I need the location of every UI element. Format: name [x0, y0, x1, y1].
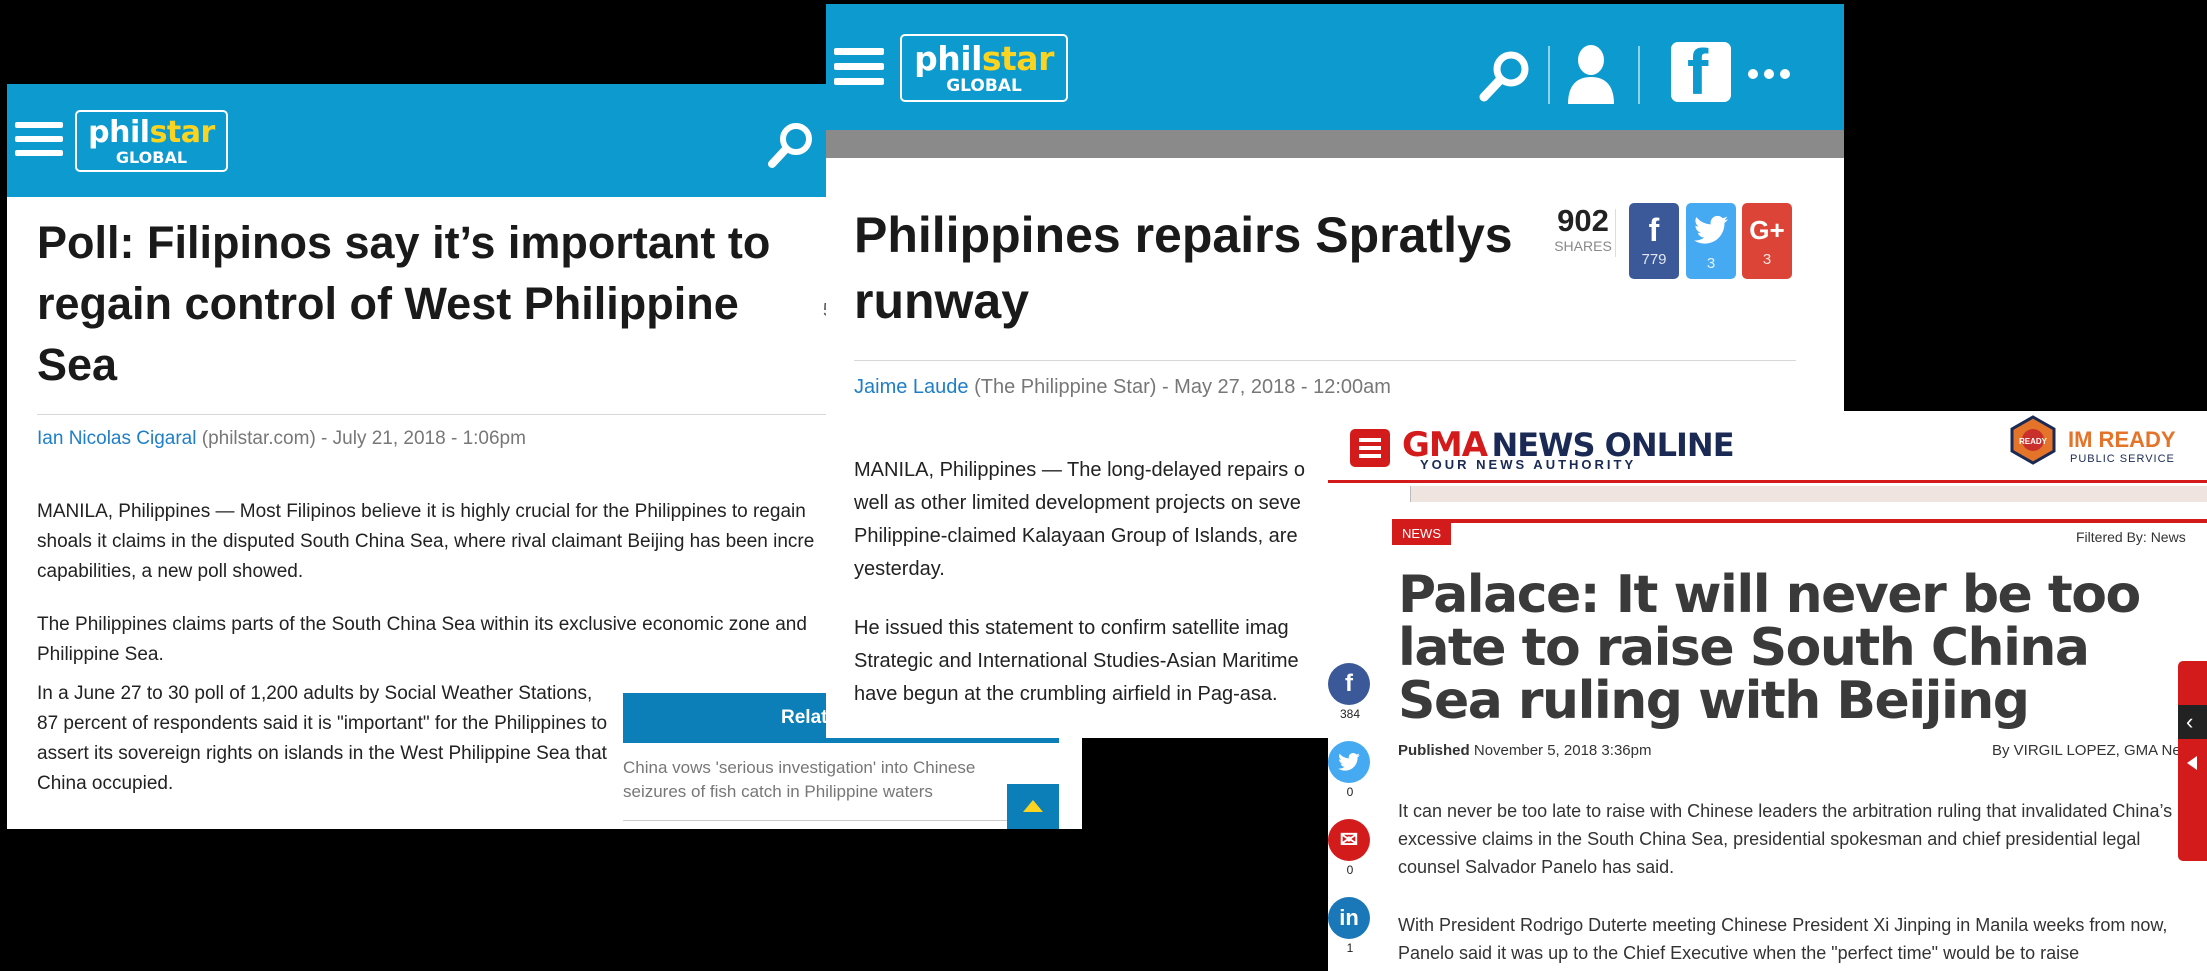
facebook-icon[interactable]: f	[1671, 36, 1731, 108]
share-count: 3	[1762, 251, 1772, 268]
divider	[623, 820, 1059, 821]
paragraph: MANILA, Philippines — Most Filipinos bel…	[37, 497, 814, 587]
divider	[37, 414, 837, 415]
ad-banner[interactable]	[1410, 486, 2207, 502]
twitter-icon	[1328, 741, 1370, 783]
share-count: 384	[1339, 707, 1361, 721]
twitter-share-button[interactable]: 3	[1686, 203, 1736, 279]
paragraph-line: MANILA, Philippines — Most Filipinos bel…	[37, 501, 806, 522]
byline-meta: (philstar.com) - July 21, 2018 - 1:06pm	[196, 428, 526, 449]
hamburger-icon[interactable]	[834, 48, 884, 93]
email-icon: ✉	[1328, 819, 1370, 861]
philstar-logo[interactable]: philstar GLOBAL	[75, 110, 228, 172]
email-share-button[interactable]: ✉ 0	[1328, 819, 1372, 879]
share-count: 0	[1346, 785, 1354, 799]
google-plus-icon: G+	[1749, 215, 1785, 245]
header-shadow-band	[826, 130, 1844, 158]
author-link[interactable]: Jaime Laude	[854, 376, 969, 398]
twitter-share-button[interactable]: 0	[1328, 741, 1372, 801]
published-label: Published	[1398, 742, 1470, 759]
search-icon[interactable]	[767, 120, 817, 175]
play-left-icon	[2187, 756, 2197, 770]
filtered-by-label: Filtered By: News	[2076, 529, 2186, 545]
menu-icon[interactable]	[1350, 429, 1390, 467]
paragraph: With President Rodrigo Duterte meeting C…	[1398, 915, 2168, 963]
divider	[1615, 209, 1616, 257]
facebook-glyph: f	[1687, 36, 1709, 108]
section-rule	[1392, 519, 2207, 523]
paragraph-line: capabilities, a new poll showed.	[37, 561, 304, 582]
related-story-link[interactable]: China vows 'serious investigation' into …	[623, 756, 1023, 804]
author-link[interactable]: Ian Nicolas Cigaral	[37, 428, 196, 449]
author: By VIRGIL LOPEZ, GMA News	[1992, 742, 2199, 759]
facebook-share-button[interactable]: f 384	[1328, 663, 1372, 723]
user-icon[interactable]	[1566, 44, 1616, 111]
chevron-left-icon: ‹	[2186, 709, 2194, 734]
published-date: Published November 5, 2018 3:36pm	[1398, 742, 1651, 759]
google-plus-share-button[interactable]: G+ 3	[1742, 203, 1792, 279]
logo-phil: phil	[914, 39, 982, 78]
share-count: 1	[1346, 941, 1354, 955]
byline: Jaime Laude (The Philippine Star) - May …	[854, 376, 1391, 399]
hamburger-icon[interactable]	[15, 122, 63, 164]
paragraph: The Philippines claims parts of the Sout…	[37, 610, 807, 670]
divider	[854, 360, 1796, 361]
facebook-icon: f	[1328, 663, 1370, 705]
article-title: Philippines repairs Spratlys runway	[854, 207, 1513, 329]
paragraph: In a June 27 to 30 poll of 1,200 adults …	[37, 683, 608, 794]
search-icon[interactable]	[1478, 48, 1534, 109]
imready-badge-icon[interactable]: READY	[2008, 415, 2058, 465]
byline-meta: (The Philippine Star) - May 27, 2018 - 1…	[968, 376, 1391, 398]
philstar-header: philstar GLOBAL f	[826, 4, 1844, 130]
paragraph-line: Philippine Sea.	[37, 644, 164, 665]
logo-star: star	[981, 39, 1054, 78]
article-title: Palace: It will never be too late to rai…	[1398, 565, 2141, 731]
logo-star: star	[149, 115, 216, 150]
byline: Ian Nicolas Cigaral (philstar.com) - Jul…	[37, 428, 526, 450]
linkedin-icon: in	[1328, 897, 1370, 939]
share-count: 3	[1706, 255, 1716, 272]
gma-header: GMA NEWS ONLINE YOUR NEWS AUTHORITY READ…	[1328, 411, 2207, 483]
section-badge[interactable]: NEWS	[1392, 523, 1451, 545]
logo-phil: phil	[88, 115, 150, 150]
logo-global: GLOBAL	[946, 76, 1022, 96]
gma-article-palace: GMA NEWS ONLINE YOUR NEWS AUTHORITY READ…	[1328, 411, 2207, 971]
side-panel-toggle[interactable]: ‹	[2178, 661, 2207, 861]
paragraph-line: shoals it claims in the disputed South C…	[37, 531, 815, 552]
logo-tagline: YOUR NEWS AUTHORITY	[1420, 457, 1637, 472]
linkedin-share-button[interactable]: in 1	[1328, 897, 1372, 957]
more-icon[interactable]	[1748, 66, 1796, 84]
header-separator	[1638, 46, 1640, 104]
share-count: 0	[1346, 863, 1354, 877]
collapse-icon[interactable]: ‹	[2178, 705, 2207, 739]
scroll-top-icon[interactable]	[1007, 784, 1059, 829]
imready-title[interactable]: IM READY	[2068, 427, 2176, 453]
facebook-share-button[interactable]: f 779	[1629, 203, 1679, 279]
share-count: 779	[1641, 251, 1667, 268]
header-separator	[1548, 46, 1550, 104]
paragraph: It can never be too late to raise with C…	[1398, 801, 2173, 877]
imready-badge-text: READY	[2019, 437, 2048, 446]
twitter-icon	[1686, 209, 1736, 255]
imready-subtitle: PUBLIC SERVICE	[2070, 453, 2175, 465]
published-value: November 5, 2018 3:36pm	[1469, 742, 1652, 759]
logo-global: GLOBAL	[115, 148, 188, 167]
facebook-icon: f	[1648, 212, 1660, 248]
paragraph-line: The Philippines claims parts of the Sout…	[37, 614, 807, 635]
philstar-logo[interactable]: philstar GLOBAL	[900, 34, 1068, 102]
article-title: Poll: Filipinos say it’s important to re…	[37, 217, 771, 390]
